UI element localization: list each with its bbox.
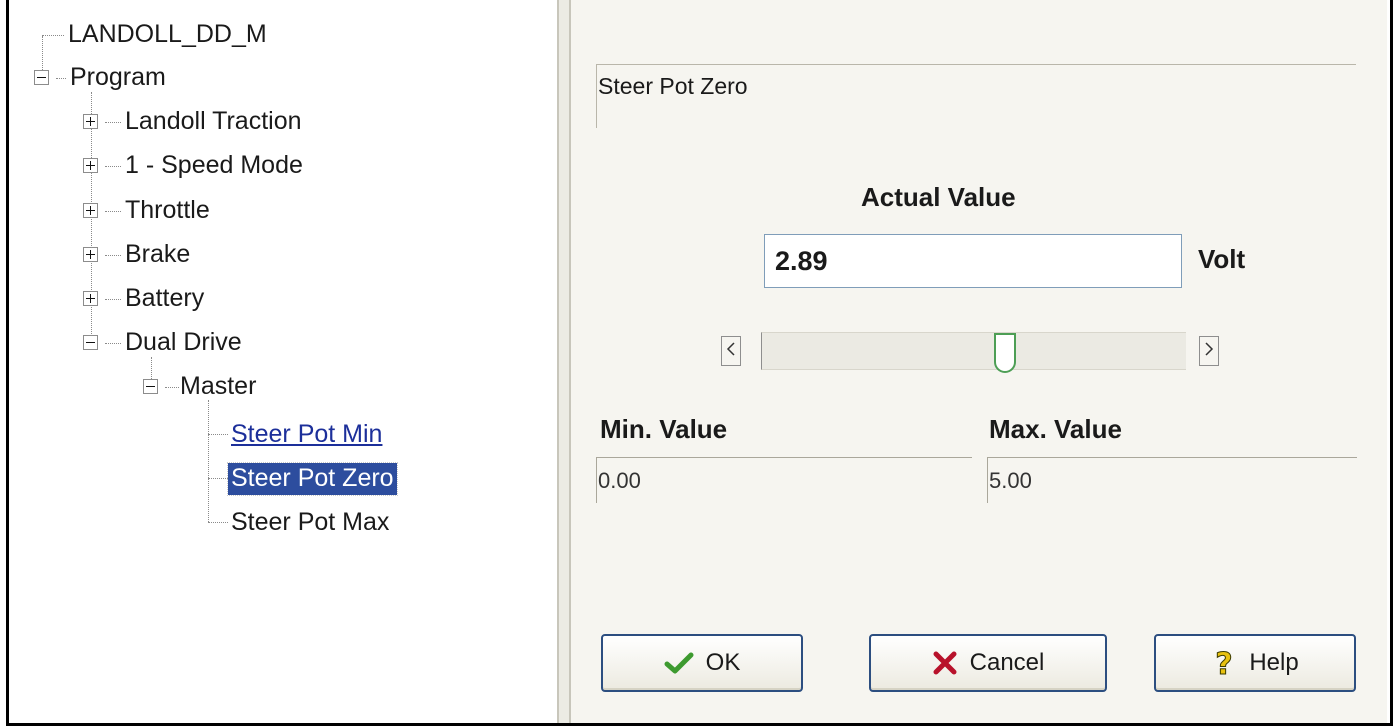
- max-value-field: 5.00: [987, 457, 1357, 503]
- tree-item-brake[interactable]: Brake: [122, 239, 193, 271]
- actual-value-input[interactable]: 2.89: [764, 234, 1182, 288]
- tree-connector: [56, 78, 66, 79]
- check-icon: [664, 651, 694, 675]
- help-button[interactable]: ? Help: [1154, 634, 1356, 692]
- question-icon: ?: [1211, 647, 1237, 679]
- tree-item-throttle[interactable]: Throttle: [122, 195, 213, 227]
- tree-connector: [208, 400, 209, 522]
- tree-connector: [105, 343, 121, 344]
- max-value-label: Max. Value: [989, 414, 1122, 444]
- expand-icon[interactable]: [83, 203, 98, 218]
- tree-leaf-steer-pot-zero[interactable]: Steer Pot Zero: [227, 462, 398, 496]
- value-slider-thumb[interactable]: [994, 333, 1016, 373]
- tree-item-landoll-traction[interactable]: Landoll Traction: [122, 106, 305, 138]
- ok-button[interactable]: OK: [601, 634, 803, 692]
- tree-connector: [105, 166, 121, 167]
- slider-decrease-button[interactable]: [721, 336, 741, 366]
- unit-label: Volt: [1198, 244, 1246, 274]
- collapse-icon[interactable]: [143, 379, 158, 394]
- parameter-panel: Steer Pot Zero Actual Value 2.89 Volt Mi…: [571, 0, 1387, 723]
- tree-root-label[interactable]: LANDOLL_DD_M: [65, 19, 270, 51]
- chevron-right-icon: [1205, 342, 1214, 356]
- tree-connector: [208, 434, 228, 435]
- collapse-icon[interactable]: [83, 335, 98, 350]
- tree-item-battery[interactable]: Battery: [122, 283, 207, 315]
- tree-leaf-steer-pot-min[interactable]: Steer Pot Min: [228, 419, 385, 451]
- collapse-icon[interactable]: [34, 70, 49, 85]
- tree-connector: [105, 122, 121, 123]
- tree-item-program[interactable]: Program: [67, 62, 169, 94]
- tree-connector: [105, 211, 121, 212]
- tree-connector: [105, 255, 121, 256]
- slider-increase-button[interactable]: [1199, 336, 1219, 366]
- min-value-label: Min. Value: [600, 414, 728, 444]
- value-slider-track[interactable]: [761, 332, 1186, 373]
- tree-connector: [208, 522, 228, 523]
- tree-item-speed-mode[interactable]: 1 - Speed Mode: [122, 150, 306, 182]
- parameter-description: Steer Pot Zero: [596, 64, 1356, 128]
- tree-item-master[interactable]: Master: [177, 371, 259, 403]
- help-button-label: Help: [1249, 649, 1299, 676]
- svg-text:?: ?: [1216, 647, 1233, 679]
- cancel-button-label: Cancel: [969, 649, 1045, 676]
- ok-button-label: OK: [705, 649, 741, 676]
- min-value-field: 0.00: [596, 457, 972, 503]
- tree-item-dual-drive[interactable]: Dual Drive: [122, 327, 245, 359]
- x-icon: [932, 650, 958, 676]
- tree-connector: [208, 478, 228, 479]
- tree-connector: [42, 35, 64, 36]
- chevron-left-icon: [726, 342, 735, 356]
- expand-icon[interactable]: [83, 247, 98, 262]
- actual-value-label: Actual Value: [861, 182, 1016, 212]
- parameter-tree[interactable]: LANDOLL_DD_M Program Landoll Traction 1 …: [9, 0, 557, 723]
- expand-icon[interactable]: [83, 114, 98, 129]
- pane-splitter[interactable]: [557, 0, 571, 723]
- tree-connector: [105, 299, 121, 300]
- cancel-button[interactable]: Cancel: [869, 634, 1107, 692]
- expand-icon[interactable]: [83, 158, 98, 173]
- tree-leaf-steer-pot-max[interactable]: Steer Pot Max: [228, 507, 392, 539]
- expand-icon[interactable]: [83, 291, 98, 306]
